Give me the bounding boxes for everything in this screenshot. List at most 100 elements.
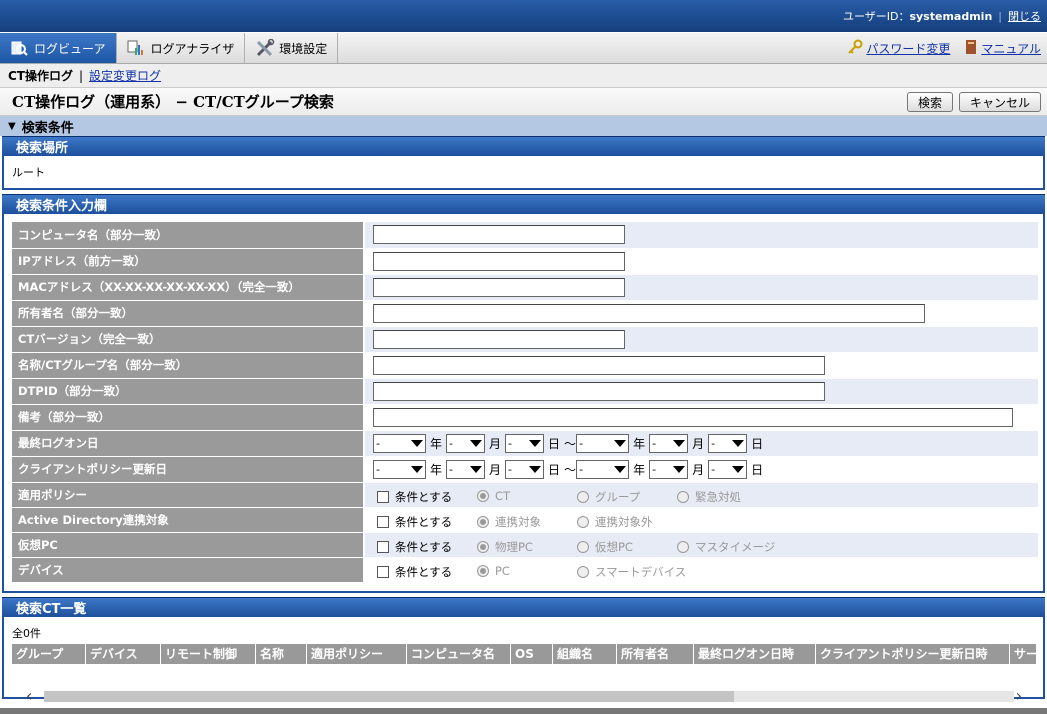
- field-label: 適用ポリシー: [12, 482, 365, 508]
- ad-radio-unlinked[interactable]: 連携対象外: [577, 514, 653, 530]
- list-header: 検索CT一覧: [2, 596, 1045, 617]
- tab-log-viewer[interactable]: ログビューア: [0, 33, 117, 63]
- last-logon-to-year-select[interactable]: -: [576, 433, 630, 453]
- field-label: 名称/CTグループ名（部分一致）: [12, 352, 365, 379]
- column-header[interactable]: 最終ログオン日時: [694, 643, 816, 664]
- last-logon-to-month-select[interactable]: -: [649, 433, 689, 453]
- policy-update-to-day-select[interactable]: -: [708, 459, 748, 479]
- policy-update-from-year-select[interactable]: -: [373, 459, 426, 479]
- vpc-condition-checkbox[interactable]: 条件とする: [377, 539, 452, 555]
- column-header[interactable]: クライアントポリシー更新日時: [816, 643, 1010, 664]
- vpc-radio-virtual[interactable]: 仮想PC: [577, 539, 633, 555]
- field-label: クライアントポリシー更新日: [12, 456, 365, 483]
- result-count: 全0件: [12, 626, 41, 640]
- field-label: IPアドレス（前方一致）: [12, 248, 365, 275]
- field-label: MACアドレス（XX-XX-XX-XX-XX-XX）（完全一致）: [12, 274, 365, 301]
- device-condition-checkbox[interactable]: 条件とする: [377, 564, 452, 580]
- policy-radio-group[interactable]: グループ: [577, 489, 640, 505]
- field-label: Active Directory連携対象: [12, 507, 365, 533]
- chevron-down-icon: [526, 435, 543, 452]
- triangle-down-icon: ▼: [8, 120, 16, 132]
- column-header[interactable]: サー: [1010, 644, 1036, 664]
- last-logon-date-range: - 年 - 月 - 日〜 - 年 - 月 - 日: [364, 430, 1038, 457]
- chevron-down-icon: [467, 461, 484, 478]
- ct-version-input[interactable]: [373, 329, 625, 349]
- vpc-radio-master[interactable]: マスタイメージ: [677, 539, 775, 555]
- column-header[interactable]: コンピュータ名: [407, 643, 511, 664]
- field-label: 備考（部分一致）: [12, 404, 365, 431]
- top-bar: ユーザーID：systemadmin | 閉じる: [0, 0, 1047, 32]
- chevron-down-icon: [670, 435, 687, 452]
- location-value: ルート: [4, 156, 1043, 188]
- group-name-input[interactable]: [373, 355, 825, 375]
- horizontal-scrollbar[interactable]: ‹ ›: [14, 686, 1034, 705]
- breadcrumb-current: CT操作ログ: [8, 69, 73, 83]
- chevron-down-icon: [670, 461, 687, 478]
- field-label: 最終ログオン日: [12, 430, 365, 457]
- dtpid-input[interactable]: [373, 381, 825, 401]
- column-header[interactable]: 組織名: [553, 643, 617, 664]
- search-button[interactable]: 検索: [906, 91, 953, 112]
- policy-update-from-month-select[interactable]: -: [446, 459, 486, 479]
- breadcrumb-link-setting-log[interactable]: 設定変更ログ: [89, 67, 161, 84]
- chevron-down-icon: [611, 435, 628, 452]
- tab-log-analyzer[interactable]: ログアナライザ: [117, 33, 246, 63]
- field-label: DTPID（部分一致）: [12, 378, 365, 405]
- last-logon-from-day-select[interactable]: -: [505, 433, 545, 453]
- column-header[interactable]: リモート制御: [161, 643, 256, 664]
- tab-settings[interactable]: 環境設定: [245, 33, 339, 63]
- policy-update-to-month-select[interactable]: -: [649, 459, 689, 479]
- ad-radio-linked[interactable]: 連携対象: [477, 514, 541, 530]
- column-header[interactable]: デバイス: [86, 643, 161, 664]
- policy-condition-checkbox[interactable]: 条件とする: [377, 489, 452, 505]
- policy-update-date-range: - 年 - 月 - 日〜 - 年 - 月 - 日: [364, 456, 1038, 483]
- policy-update-from-day-select[interactable]: -: [505, 459, 545, 479]
- cancel-button[interactable]: キャンセル: [958, 91, 1041, 112]
- close-link[interactable]: 閉じる: [1008, 8, 1041, 24]
- policy-radio-emergency[interactable]: 緊急対処: [677, 489, 741, 505]
- key-icon: [847, 39, 863, 58]
- computer-name-input[interactable]: [373, 225, 625, 245]
- page-title: CT操作ログ（運用系） − CT/CTグループ検索: [12, 93, 334, 111]
- column-header[interactable]: OS: [511, 643, 553, 664]
- column-header[interactable]: 所有者名: [617, 643, 694, 664]
- policy-update-to-year-select[interactable]: -: [576, 459, 630, 479]
- device-radio-smart[interactable]: スマートデバイス: [577, 564, 686, 580]
- manual-link[interactable]: マニュアル: [981, 40, 1041, 57]
- remarks-input[interactable]: [373, 407, 1013, 427]
- column-header[interactable]: 適用ポリシー: [307, 643, 407, 664]
- chevron-down-icon: [526, 461, 543, 478]
- password-change-link[interactable]: パスワード変更: [866, 40, 950, 57]
- location-header: 検索場所: [2, 136, 1045, 156]
- chevron-down-icon: [408, 461, 425, 478]
- scrollbar-thumb[interactable]: [44, 691, 734, 702]
- book-icon: [964, 39, 978, 58]
- chevron-down-icon: [611, 461, 628, 478]
- owner-name-input[interactable]: [373, 303, 925, 323]
- chevron-down-icon: [408, 435, 425, 452]
- field-label: 所有者名（部分一致）: [12, 300, 365, 327]
- policy-radio-ct[interactable]: CT: [477, 489, 510, 503]
- chevron-down-icon: [729, 435, 746, 452]
- last-logon-from-month-select[interactable]: -: [446, 433, 486, 453]
- form-header: 検索条件入力欄: [2, 194, 1045, 214]
- chevron-down-icon: [467, 435, 484, 452]
- mac-address-input[interactable]: [373, 277, 625, 297]
- list-panel: 全0件 グループ デバイス リモート制御 名称 適用ポリシー コンピュータ名 O…: [2, 616, 1045, 699]
- column-header[interactable]: 名称: [256, 643, 307, 664]
- last-logon-to-day-select[interactable]: -: [708, 433, 748, 453]
- field-label: 仮想PC: [12, 532, 365, 558]
- condition-toggle[interactable]: ▼ 検索条件: [0, 116, 1047, 136]
- chevron-right-icon[interactable]: ›: [1016, 686, 1022, 705]
- chevron-left-icon[interactable]: ‹: [26, 686, 32, 705]
- footer-bar: [0, 708, 1047, 714]
- vpc-radio-physical[interactable]: 物理PC: [477, 539, 533, 555]
- user-id-label: ユーザーID：systemadmin: [842, 10, 993, 23]
- device-radio-pc[interactable]: PC: [477, 564, 510, 578]
- ip-address-input[interactable]: [373, 251, 625, 271]
- tools-icon: [255, 38, 275, 57]
- ad-condition-checkbox[interactable]: 条件とする: [377, 514, 452, 530]
- search-form: コンピュータ名（部分一致） IPアドレス（前方一致） MACアドレス（XX-XX…: [12, 222, 1038, 583]
- last-logon-from-year-select[interactable]: -: [373, 433, 426, 453]
- column-header[interactable]: グループ: [12, 643, 86, 664]
